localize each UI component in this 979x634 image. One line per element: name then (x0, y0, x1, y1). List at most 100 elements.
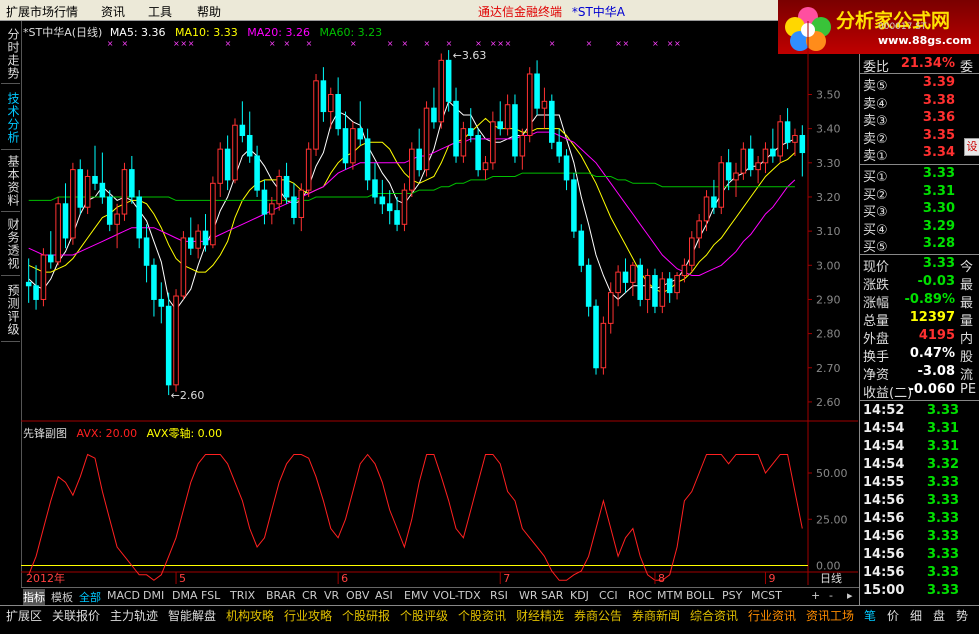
bottom-tab[interactable]: 个股研报 (342, 607, 390, 624)
logo-url: www.88gs.com (878, 34, 972, 47)
tick-row: 14:56 3.33 (860, 546, 979, 564)
tab-rating[interactable]: 预测评级 (1, 279, 20, 342)
tick-row: 14:56 3.33 (860, 528, 979, 546)
candle-body (106, 196, 113, 225)
tab-finance[interactable]: 财务透视 (1, 213, 20, 276)
signal-marker: × (622, 39, 629, 48)
buy-level-row: 买⑤ 3.28 (860, 235, 979, 255)
indicator-tab[interactable]: ROC (628, 589, 652, 602)
candle-body (519, 134, 526, 157)
tab-profile[interactable]: 基本资料 (1, 151, 20, 212)
indicator-tab[interactable]: KDJ (570, 589, 589, 602)
candle-body (490, 121, 496, 164)
date-label: 8 (658, 572, 665, 585)
indicator-tab[interactable]: BOLL (686, 589, 714, 602)
indicator-tab[interactable]: CR (302, 589, 317, 602)
nav-arrow-button[interactable]: - (829, 589, 833, 602)
settings-badge[interactable]: 设 (964, 138, 979, 156)
bottom-tab[interactable]: 机构攻略 (226, 607, 274, 624)
sell-level-row: 卖① 3.34 (860, 144, 979, 164)
buy-level-row: 买① 3.33 (860, 165, 979, 185)
candle-body (224, 148, 231, 181)
candle-body (342, 128, 349, 164)
tick-time: 14:55 (863, 475, 905, 490)
stat-row: 现价 3.33 今 (860, 255, 979, 275)
indicator-tab[interactable]: EMV (404, 589, 428, 602)
candle-body (571, 179, 577, 232)
indicator-tab[interactable]: FSL (201, 589, 220, 602)
indicator-tab[interactable]: BRAR (266, 589, 296, 602)
indicator-tab[interactable]: DMI (143, 589, 164, 602)
indicator-tab[interactable]: MTM (657, 589, 683, 602)
left-sidebar: 分时走势 技术分析 基本资料 财务透视 预测评级 (0, 21, 22, 607)
quote-panel-tab[interactable]: 势 (956, 607, 968, 624)
bottom-tab[interactable]: 财经精选 (516, 607, 564, 624)
indicator-tab[interactable]: DMA (172, 589, 198, 602)
bottom-tab[interactable]: 券商公告 (574, 607, 622, 624)
tab-technical[interactable]: 技术分析 (1, 87, 20, 150)
menu-news[interactable]: 资讯 (101, 3, 125, 20)
indicator-tab[interactable]: RSI (490, 589, 508, 602)
candle-body (276, 175, 282, 205)
bottom-tab[interactable]: 资讯工场 (806, 607, 854, 624)
indicator-tab[interactable]: CCI (599, 589, 618, 602)
indicator-tab[interactable]: VR (324, 589, 339, 602)
tick-price: 3.33 (927, 547, 960, 562)
candle-body (777, 121, 783, 157)
bottom-tab[interactable]: 智能解盘 (168, 607, 216, 624)
bottom-tab[interactable]: 主力轨迹 (110, 607, 158, 624)
bottom-tab[interactable]: 行业资讯 (748, 607, 796, 624)
candle-body (467, 128, 474, 136)
quote-label: 卖① (863, 149, 888, 164)
bottom-tab[interactable]: 扩展区 (6, 607, 42, 624)
bottom-tab[interactable]: 综合资讯 (690, 607, 738, 624)
candle-body (114, 213, 120, 225)
quote-value: 0.47% (909, 346, 955, 361)
indicator-tab[interactable]: SAR (541, 589, 563, 602)
candle-body (77, 169, 84, 208)
avx-line (28, 453, 803, 581)
bottom-tab[interactable]: 行业攻略 (284, 607, 332, 624)
bottom-tab[interactable]: 个股评级 (400, 607, 448, 624)
stat-row: 总量 12397 量 (860, 309, 979, 329)
candle-body (512, 104, 518, 157)
buy-level-row: 买④ 3.29 (860, 218, 979, 238)
indicator-tab[interactable]: PSY (722, 589, 742, 602)
candle-body (25, 281, 32, 287)
bottom-tab[interactable]: 关联报价 (52, 607, 100, 624)
tab-intraday[interactable]: 分时走势 (1, 25, 20, 84)
indicator-tab[interactable]: 模板 (51, 589, 73, 605)
indicator-tab[interactable]: MCST (751, 589, 782, 602)
menu-market[interactable]: 扩展市场行情 (6, 3, 78, 20)
indicator-tab[interactable]: ASI (375, 589, 393, 602)
candle-body (283, 175, 290, 198)
quote-panel-tab[interactable]: 价 (887, 607, 899, 624)
sell-level-row: 卖② 3.35 (860, 127, 979, 147)
indicator-tab[interactable]: WR (519, 589, 538, 602)
bottom-tab[interactable]: 个股资讯 (458, 607, 506, 624)
tick-price: 3.33 (927, 493, 960, 508)
menu-tools[interactable]: 工具 (148, 3, 172, 20)
nav-arrow-button[interactable]: ▸ (847, 589, 853, 602)
candle-body (48, 254, 54, 263)
menu-help[interactable]: 帮助 (197, 3, 221, 20)
indicator-tab[interactable]: VOL-TDX (433, 589, 481, 602)
nav-arrow-button[interactable]: + (811, 589, 820, 602)
high-price-label: ←3.63 (453, 49, 487, 62)
chart-area[interactable]: *ST中华A(日线) MA5: 3.36 MA10: 3.33 MA20: 3.… (21, 21, 858, 585)
indicator-tab[interactable]: MACD (107, 589, 140, 602)
quote-panel-tab[interactable]: 细 (910, 607, 922, 624)
indicator-tab[interactable]: 指标 (23, 589, 45, 605)
candle-body (725, 162, 732, 181)
tick-time: 15:00 (863, 583, 905, 598)
indicator-tab[interactable]: 全部 (79, 589, 101, 605)
indicator-tab[interactable]: OBV (346, 589, 369, 602)
y-tick-label: 2.90 (816, 293, 841, 306)
candle-body (401, 189, 408, 225)
bottom-tab[interactable]: 券商新闻 (632, 607, 680, 624)
candle-body (55, 203, 61, 263)
quote-panel-tab[interactable]: 盘 (933, 607, 945, 624)
indicator-tab[interactable]: TRIX (230, 589, 255, 602)
quote-panel-tab[interactable]: 笔 (864, 607, 876, 624)
candle-body (335, 93, 341, 130)
